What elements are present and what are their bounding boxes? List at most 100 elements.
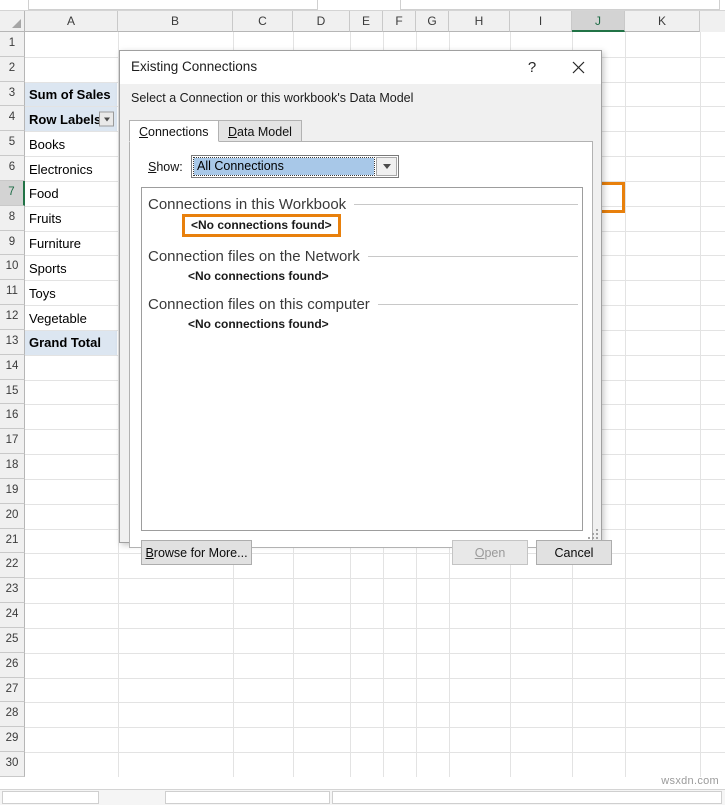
row-header-20[interactable]: 20 — [0, 503, 25, 529]
row-header-14[interactable]: 14 — [0, 354, 25, 380]
watermark: wsxdn.com — [661, 775, 719, 787]
formula-bar-strip — [0, 0, 725, 11]
open-button[interactable]: Open — [452, 540, 528, 565]
row-header-10[interactable]: 10 — [0, 255, 25, 281]
dialog-tabs: Connections Data Model — [129, 120, 593, 142]
cell-text: Grand Total — [29, 335, 101, 351]
cell-a11[interactable]: Toys — [25, 281, 117, 305]
scroll-thumb-right[interactable] — [332, 791, 722, 804]
cell-a13[interactable]: Grand Total — [25, 330, 117, 355]
cell-a4[interactable]: Row Labels — [25, 107, 117, 132]
row-header-5[interactable]: 5 — [0, 131, 25, 157]
connection-list-item[interactable]: <No connections found> — [142, 214, 582, 237]
scroll-thumb-left[interactable] — [165, 791, 330, 804]
row-header-6[interactable]: 6 — [0, 156, 25, 181]
group-separator-rule — [354, 203, 578, 205]
row-header-11[interactable]: 11 — [0, 280, 25, 306]
row-header-13[interactable]: 13 — [0, 329, 25, 355]
row-header-15[interactable]: 15 — [0, 379, 25, 405]
cell-a9[interactable]: Furniture — [25, 232, 117, 256]
existing-connections-dialog: Existing Connections ? Select a Connecti… — [119, 50, 612, 565]
group-separator-rule — [377, 303, 578, 305]
no-connections-found-text: <No connections found> — [188, 269, 329, 283]
no-connections-found-text: <No connections found> — [182, 214, 341, 237]
row-header-12[interactable]: 12 — [0, 305, 25, 330]
row-header-27[interactable]: 27 — [0, 677, 25, 703]
row-header-18[interactable]: 18 — [0, 454, 25, 479]
resize-grip[interactable] — [586, 527, 598, 539]
cell-a10[interactable]: Sports — [25, 256, 117, 280]
column-header-g[interactable]: G — [416, 11, 449, 32]
dialog-title-bar: Existing Connections ? — [120, 51, 601, 84]
row-header-22[interactable]: 22 — [0, 553, 25, 579]
column-header-j[interactable]: J — [572, 11, 625, 32]
cancel-button[interactable]: Cancel — [536, 540, 612, 565]
group-separator-rule — [367, 255, 578, 257]
column-header-c[interactable]: C — [233, 11, 293, 32]
row-header-28[interactable]: 28 — [0, 702, 25, 728]
cell-text: Sum of Sales — [29, 87, 111, 103]
sheet-tab-area[interactable] — [2, 791, 99, 804]
filter-dropdown-icon[interactable] — [99, 111, 114, 127]
row-header-16[interactable]: 16 — [0, 404, 25, 430]
cell-a8[interactable]: Fruits — [25, 207, 117, 231]
cell-a12[interactable]: Vegetable — [25, 306, 117, 330]
dialog-title: Existing Connections — [131, 59, 258, 74]
close-icon[interactable] — [561, 51, 595, 83]
help-icon[interactable]: ? — [515, 51, 549, 83]
show-filter-combobox[interactable]: All Connections — [191, 155, 399, 178]
tab-connections[interactable]: Connections — [129, 120, 219, 142]
cell-text: Furniture — [29, 236, 82, 252]
row-header-2[interactable]: 2 — [0, 56, 25, 82]
tab-data-model[interactable]: Data Model — [218, 120, 302, 142]
row-header-30[interactable]: 30 — [0, 752, 25, 777]
connection-list-item[interactable]: <No connections found> — [142, 269, 582, 287]
browse-for-more-button[interactable]: Browse for More... — [141, 540, 252, 565]
column-header-h[interactable]: H — [449, 11, 510, 32]
cell-text: Row Labels — [29, 111, 102, 127]
row-header-1[interactable]: 1 — [0, 32, 25, 57]
cell-a6[interactable]: Electronics — [25, 157, 117, 181]
show-filter-value[interactable]: All Connections — [193, 157, 375, 176]
connections-listbox[interactable]: Connections in this Workbook <No connecti… — [141, 187, 583, 531]
row-header-9[interactable]: 9 — [0, 230, 25, 256]
column-header-a[interactable]: A — [25, 11, 118, 32]
row-header-4[interactable]: 4 — [0, 106, 25, 132]
row-header-17[interactable]: 17 — [0, 429, 25, 455]
group-heading-text: Connections in this Workbook — [148, 195, 347, 213]
row-header-19[interactable]: 19 — [0, 478, 25, 504]
connections-tab-panel: Show: All Connections Connections in thi… — [129, 141, 612, 565]
row-header-21[interactable]: 21 — [0, 528, 25, 554]
row-header-3[interactable]: 3 — [0, 81, 25, 107]
cell-a3[interactable]: Sum of Sales — [25, 82, 117, 107]
gridline-horizontal — [25, 702, 725, 704]
row-header-29[interactable]: 29 — [0, 727, 25, 753]
row-header-24[interactable]: 24 — [0, 603, 25, 628]
cell-a7[interactable]: Food — [25, 182, 117, 206]
column-header-row: ABCDEFGHIJK — [0, 11, 725, 32]
cell-a5[interactable]: Books — [25, 132, 117, 156]
gridline-horizontal — [25, 652, 725, 654]
column-header-e[interactable]: E — [350, 11, 383, 32]
cell-text: Food — [29, 186, 59, 202]
row-header-25[interactable]: 25 — [0, 627, 25, 653]
column-header-d[interactable]: D — [293, 11, 350, 32]
connection-list-item[interactable]: <No connections found> — [142, 317, 582, 335]
column-header-f[interactable]: F — [383, 11, 416, 32]
connection-group-heading: Connection files on this computer — [148, 292, 578, 316]
row-header-23[interactable]: 23 — [0, 578, 25, 604]
cell-text: Vegetable — [29, 310, 87, 326]
horizontal-scrollbar[interactable] — [0, 789, 725, 805]
gridline-horizontal — [25, 752, 725, 754]
column-header-k[interactable]: K — [625, 11, 700, 32]
row-header-8[interactable]: 8 — [0, 205, 25, 231]
gridline-horizontal — [25, 603, 725, 605]
column-header-b[interactable]: B — [118, 11, 233, 32]
row-header-7[interactable]: 7 — [0, 180, 25, 206]
row-header-26[interactable]: 26 — [0, 652, 25, 678]
column-header-i[interactable]: I — [510, 11, 572, 32]
chevron-down-icon[interactable] — [376, 157, 397, 176]
select-all-triangle-icon — [12, 19, 21, 28]
dialog-subtitle: Select a Connection or this workbook's D… — [131, 91, 414, 105]
select-all-corner[interactable] — [0, 11, 25, 32]
